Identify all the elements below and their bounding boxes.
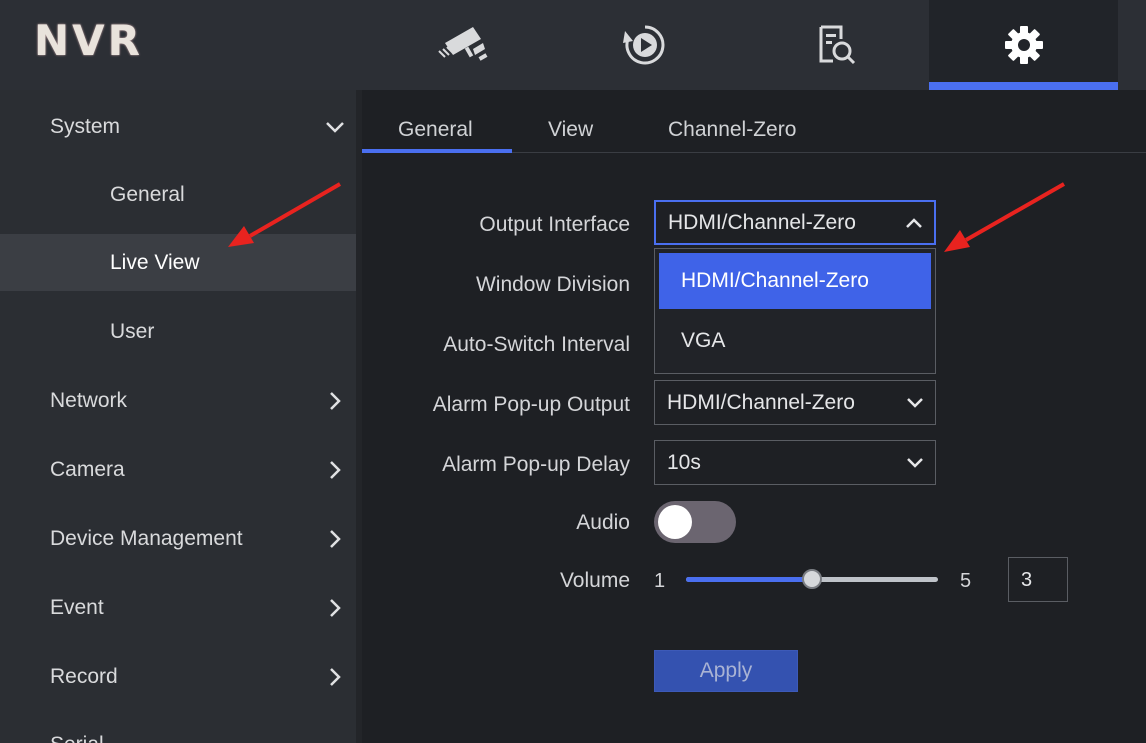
sidebar-item-device-management[interactable]: Device Management [0, 510, 356, 567]
audio-toggle[interactable] [654, 501, 736, 543]
auto-switch-interval-label: Auto-Switch Interval [443, 333, 630, 356]
output-interface-label: Output Interface [479, 213, 630, 236]
output-interface-dropdown: HDMI/Channel-Zero VGA [654, 248, 936, 374]
search-file-icon[interactable] [775, 0, 895, 90]
toggle-knob [658, 505, 692, 539]
chevron-right-icon [330, 529, 341, 548]
playback-icon[interactable] [585, 0, 705, 90]
apply-button[interactable]: Apply [654, 650, 798, 692]
tab-channel-zero[interactable]: Channel-Zero [668, 118, 796, 142]
chevron-down-icon [907, 397, 923, 408]
sidebar-item-label: Event [50, 595, 104, 619]
sidebar-item-system[interactable]: System [0, 98, 356, 155]
sidebar-item-label: Network [50, 388, 128, 412]
sidebar-item-network[interactable]: Network [0, 372, 356, 429]
sidebar-item-user[interactable]: User [0, 303, 356, 360]
sidebar-item-label: Serial [50, 733, 104, 743]
chevron-down-icon [326, 121, 344, 133]
sidebar-item-label: User [110, 319, 155, 343]
sidebar-item-record[interactable]: Record [0, 648, 356, 705]
sidebar-item-label: Camera [50, 457, 125, 481]
tab-bar: General View Channel-Zero [362, 90, 1146, 153]
sidebar-item-live-view[interactable]: Live View [0, 234, 356, 291]
alarm-popup-delay-select[interactable]: 10s [654, 440, 936, 485]
alarm-popup-delay-label: Alarm Pop-up Delay [442, 453, 630, 476]
sidebar-item-camera[interactable]: Camera [0, 441, 356, 498]
top-bar: NVR [0, 0, 1146, 90]
sidebar-item-label: General [110, 182, 185, 206]
chevron-right-icon [330, 460, 341, 479]
chevron-down-icon [907, 457, 923, 468]
chevron-right-icon [330, 598, 341, 617]
volume-slider-fill [686, 577, 812, 582]
output-interface-select[interactable]: HDMI/Channel-Zero [654, 200, 936, 245]
dropdown-option-vga[interactable]: VGA [659, 313, 931, 369]
volume-value-input[interactable]: 3 [1008, 557, 1068, 602]
alarm-popup-output-select[interactable]: HDMI/Channel-Zero [654, 380, 936, 425]
active-tab-indicator [362, 149, 512, 153]
settings-gear-icon[interactable] [929, 0, 1118, 90]
sidebar-item-event[interactable]: Event [0, 579, 356, 636]
active-nav-indicator [929, 82, 1118, 90]
live-view-camera-icon[interactable] [399, 0, 519, 90]
volume-slider-thumb[interactable] [802, 569, 822, 589]
sidebar: System General Live View User Network Ca… [0, 90, 356, 743]
main-panel: General View Channel-Zero Output Interfa… [362, 90, 1146, 743]
audio-label: Audio [576, 511, 630, 534]
sidebar-item-serial[interactable]: Serial [0, 716, 356, 743]
sidebar-item-label: System [50, 114, 121, 138]
sidebar-item-label: Live View [110, 250, 200, 274]
tab-general[interactable]: General [398, 118, 473, 142]
chevron-right-icon [330, 667, 341, 686]
alarm-popup-output-label: Alarm Pop-up Output [432, 393, 630, 416]
alarm-popup-delay-value: 10s [667, 450, 701, 474]
volume-label: Volume [559, 569, 630, 592]
volume-max: 5 [960, 570, 972, 592]
nvr-logo: NVR [34, 16, 143, 65]
sidebar-item-label: Device Management [50, 526, 243, 550]
chevron-right-icon [330, 391, 341, 410]
tab-view[interactable]: View [548, 118, 593, 142]
output-interface-value: HDMI/Channel-Zero [668, 210, 856, 234]
chevron-up-icon [906, 217, 922, 228]
volume-min: 1 [654, 570, 666, 592]
dropdown-option-hdmi[interactable]: HDMI/Channel-Zero [659, 253, 931, 309]
alarm-popup-output-value: HDMI/Channel-Zero [667, 390, 855, 414]
sidebar-item-general[interactable]: General [0, 166, 356, 223]
window-division-label: Window Division [475, 273, 630, 296]
sidebar-item-label: Record [50, 664, 118, 688]
